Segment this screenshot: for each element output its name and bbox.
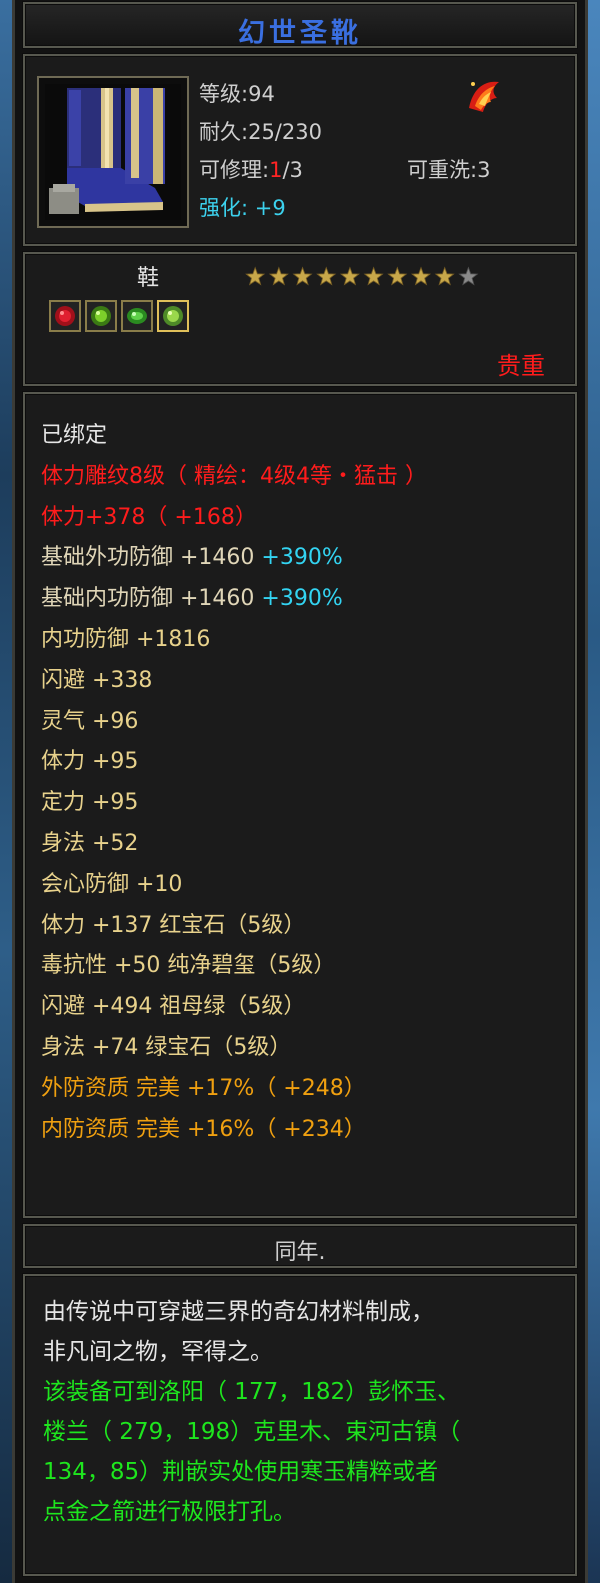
star-filled-icon xyxy=(316,266,337,286)
attribute-line: 内防资质 完美 +16%（ +234） xyxy=(41,1110,575,1151)
attribute-line: 定力 +95 xyxy=(41,783,575,824)
star-filled-icon xyxy=(245,266,266,286)
repair-label: 可修理: xyxy=(199,158,270,182)
fire-emblem-icon xyxy=(463,74,505,116)
item-icon-slot[interactable] xyxy=(37,76,189,228)
star-filled-icon xyxy=(292,266,313,286)
attribute-text: 内防资质 完美 +16%（ +234） xyxy=(41,1116,366,1142)
durability-label: 耐久: xyxy=(199,120,249,144)
emerald-gem-icon xyxy=(127,308,147,324)
star-filled-icon xyxy=(387,266,408,286)
enhance-value: +9 xyxy=(254,196,286,220)
attribute-line: 体力雕纹8级（ 精绘：4级4等・猛击 ） xyxy=(41,457,575,498)
description-line: 该装备可到洛阳（ 177，182）彭怀玉、 xyxy=(43,1379,461,1405)
attribute-line: 闪避 +494 祖母绿（5级） xyxy=(41,987,575,1028)
attribute-text: 体力+378（ +168） xyxy=(41,504,257,530)
item-tooltip: 幻世圣靴 等级:94 耐久:25/230 可修理:1/3 可重洗:3 强化: +… xyxy=(12,0,588,1583)
attribute-line: 身法 +52 xyxy=(41,824,575,865)
type-and-gems-panel: 鞋 贵重 xyxy=(23,252,577,386)
attribute-line: 毒抗性 +50 纯净碧玺（5级） xyxy=(41,946,575,987)
attribute-line: 内功防御 +1816 xyxy=(41,620,575,661)
gem-slot-2[interactable] xyxy=(85,300,117,332)
star-filled-icon xyxy=(434,266,455,286)
gem-slot-1[interactable] xyxy=(49,300,81,332)
attribute-text: 基础外功防御 +1460 xyxy=(41,545,262,571)
red-gem-icon xyxy=(55,306,75,326)
attribute-line: 基础内功防御 +1460 +390% xyxy=(41,579,575,620)
jade-gem-icon xyxy=(163,306,183,326)
attribute-line: 外防资质 完美 +17%（ +248） xyxy=(41,1069,575,1110)
attributes-panel: 已绑定体力雕纹8级（ 精绘：4级4等・猛击 ） 体力+378（ +168） 基础外功… xyxy=(23,392,577,1218)
attribute-line: 体力+378（ +168） xyxy=(41,498,575,539)
description-line: 由传说中可穿越三界的奇幻材料制成， xyxy=(43,1299,434,1325)
description-line: 楼兰（ 279，198）克里木、束河古镇（ xyxy=(43,1419,461,1445)
rewash-label: 可重洗: xyxy=(407,158,478,182)
attribute-line: 已绑定 xyxy=(41,416,575,457)
rewash-stat: 可重洗:3 xyxy=(407,154,490,184)
description-line: 点金之箭进行极限打孔。 xyxy=(43,1499,296,1525)
description-line: 134，85）荆嵌实处使用寒玉精粹或者 xyxy=(43,1459,439,1485)
rewash-value: 3 xyxy=(477,158,491,182)
level-stat: 等级:94 xyxy=(199,78,275,108)
attribute-text: 体力 +95 xyxy=(41,749,139,775)
attribute-bonus: +390% xyxy=(261,586,343,612)
rarity-label: 贵重 xyxy=(497,352,545,380)
attribute-bonus: +390% xyxy=(261,545,343,571)
attribute-text: 灵气 +96 xyxy=(41,708,139,734)
attribute-text: 外防资质 完美 +17%（ +248） xyxy=(41,1075,366,1101)
attribute-text: 体力 +137 红宝石（5级） xyxy=(41,912,306,938)
level-value: 94 xyxy=(248,82,275,106)
attribute-line: 闪避 +338 xyxy=(41,661,575,702)
star-filled-icon xyxy=(410,266,432,286)
description-line: 非凡间之物，罕得之。 xyxy=(43,1339,273,1365)
attribute-text: 身法 +74 绿宝石（5级） xyxy=(41,1034,292,1060)
blue-boots-icon xyxy=(45,84,181,220)
star-rating xyxy=(245,266,479,286)
item-type: 鞋 xyxy=(137,266,160,291)
enhance-label: 强化: xyxy=(199,196,249,220)
item-info-panel: 等级:94 耐久:25/230 可修理:1/3 可重洗:3 强化: +9 xyxy=(23,54,577,246)
title-bar: 幻世圣靴 xyxy=(23,2,577,49)
attribute-text: 定力 +95 xyxy=(41,790,139,816)
attribute-line: 体力 +137 红宝石（5级） xyxy=(41,906,575,947)
star-filled-icon xyxy=(268,266,289,286)
attribute-line: 体力 +95 xyxy=(41,742,575,783)
star-filled-icon xyxy=(363,266,384,286)
maker-name: 同年. xyxy=(274,1240,326,1265)
attribute-text: 体力雕纹8级（ 精绘：4级4等・猛击 ） xyxy=(41,463,427,489)
durability-stat: 耐久:25/230 xyxy=(199,116,322,146)
attribute-text: 会心防御 +10 xyxy=(41,871,183,897)
attribute-line: 会心防御 +10 xyxy=(41,865,575,906)
attribute-line: 灵气 +96 xyxy=(41,702,575,743)
repair-stat: 可修理:1/3 xyxy=(199,154,303,184)
repair-used: 1 xyxy=(269,158,283,182)
maker-bar: 同年. xyxy=(23,1224,577,1268)
attribute-text: 闪避 +338 xyxy=(41,667,153,693)
green-gem-icon xyxy=(91,306,111,326)
description-panel: 由传说中可穿越三界的奇幻材料制成， 非凡间之物，罕得之。该装备可到洛阳（ 177，… xyxy=(23,1274,577,1576)
attribute-text: 身法 +52 xyxy=(41,830,139,856)
gem-slot-3[interactable] xyxy=(121,300,153,332)
attribute-text: 基础内功防御 +1460 xyxy=(41,586,262,612)
gem-slot-4[interactable] xyxy=(157,300,189,332)
durability-value: 25/230 xyxy=(248,120,322,144)
enhance-stat: 强化: +9 xyxy=(199,192,286,222)
item-name: 幻世圣靴 xyxy=(238,18,362,49)
attribute-line: 身法 +74 绿宝石（5级） xyxy=(41,1028,575,1069)
attribute-text: 闪避 +494 祖母绿（5级） xyxy=(41,994,306,1020)
level-label: 等级: xyxy=(199,82,249,106)
star-empty-icon xyxy=(458,266,479,286)
attribute-text: 毒抗性 +50 纯净碧玺（5级） xyxy=(41,953,336,979)
attribute-line: 基础外功防御 +1460 +390% xyxy=(41,538,575,579)
attribute-text: 内功防御 +1816 xyxy=(41,626,211,652)
repair-max: /3 xyxy=(282,158,303,182)
attribute-text: 已绑定 xyxy=(41,423,108,448)
star-filled-icon xyxy=(339,266,360,286)
